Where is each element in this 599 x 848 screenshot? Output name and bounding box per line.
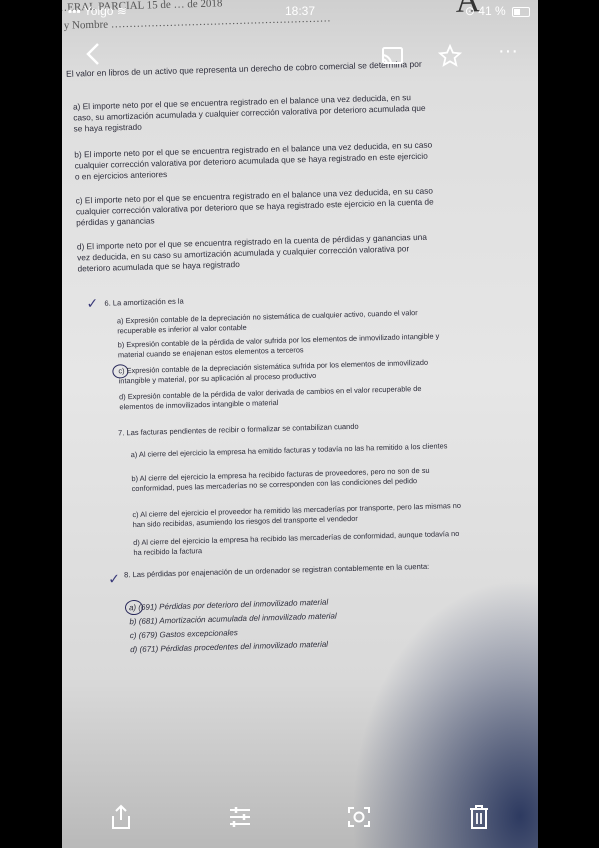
question-5-option-d: d) El importe neto por el que se encuent… — [76, 231, 428, 274]
star-icon[interactable] — [438, 44, 462, 68]
question-6-option-c: c) Expresión contable de la depreciación… — [118, 357, 429, 386]
more-icon[interactable]: ··· — [498, 41, 518, 61]
document-photo: …ERAL PARCIAL 15 de … de 2018 s y Nombre… — [62, 0, 538, 848]
question-6-option-d: d) Expresión contable de la pérdida de v… — [118, 383, 422, 412]
viewer-top-toolbar: ··· — [62, 38, 538, 78]
viewer-bottom-toolbar — [62, 790, 538, 846]
cast-icon[interactable] — [380, 46, 404, 66]
question-7-text: 7. Las facturas pendientes de recibir o … — [117, 421, 359, 438]
status-bar: ▪▪▪ Yoigo ≋ 18:37 ⊙ 41 % — [62, 0, 538, 22]
adjust-icon[interactable] — [228, 806, 252, 828]
question-7-option-a: a) Al cierre del ejercicio la empresa ha… — [130, 441, 448, 460]
share-icon[interactable] — [110, 804, 132, 830]
delete-icon[interactable] — [468, 804, 490, 830]
battery-icon — [512, 6, 530, 17]
question-5-option-a: a) El importe neto por el que se encuent… — [72, 92, 426, 134]
question-7-option-d: d) Al cierre del ejercicio la empresa ha… — [133, 528, 460, 558]
question-5-option-b: b) El importe neto por el que se encuent… — [74, 139, 433, 182]
question-6-text: 6. La amortización es la — [104, 296, 184, 308]
question-7-option-c: c) Al cierre del ejercicio el proveedor … — [132, 500, 462, 530]
battery-info: ⊙ 41 % — [465, 4, 530, 18]
back-icon[interactable] — [84, 42, 102, 66]
rotation-lock-icon: ⊙ — [464, 4, 475, 18]
lens-icon[interactable] — [346, 804, 372, 830]
question-5-option-c: c) El importe neto por el que se encuent… — [75, 185, 434, 228]
question-7-option-b: b) Al cierre del ejercicio la empresa ha… — [131, 465, 430, 494]
question-6-option-b: b) Expresión contable de la pérdida de v… — [117, 331, 440, 360]
answer-mark-8: ✓ — [107, 570, 121, 587]
answer-mark-6: ✓ — [86, 294, 99, 312]
battery-percent: 41 % — [478, 4, 506, 18]
